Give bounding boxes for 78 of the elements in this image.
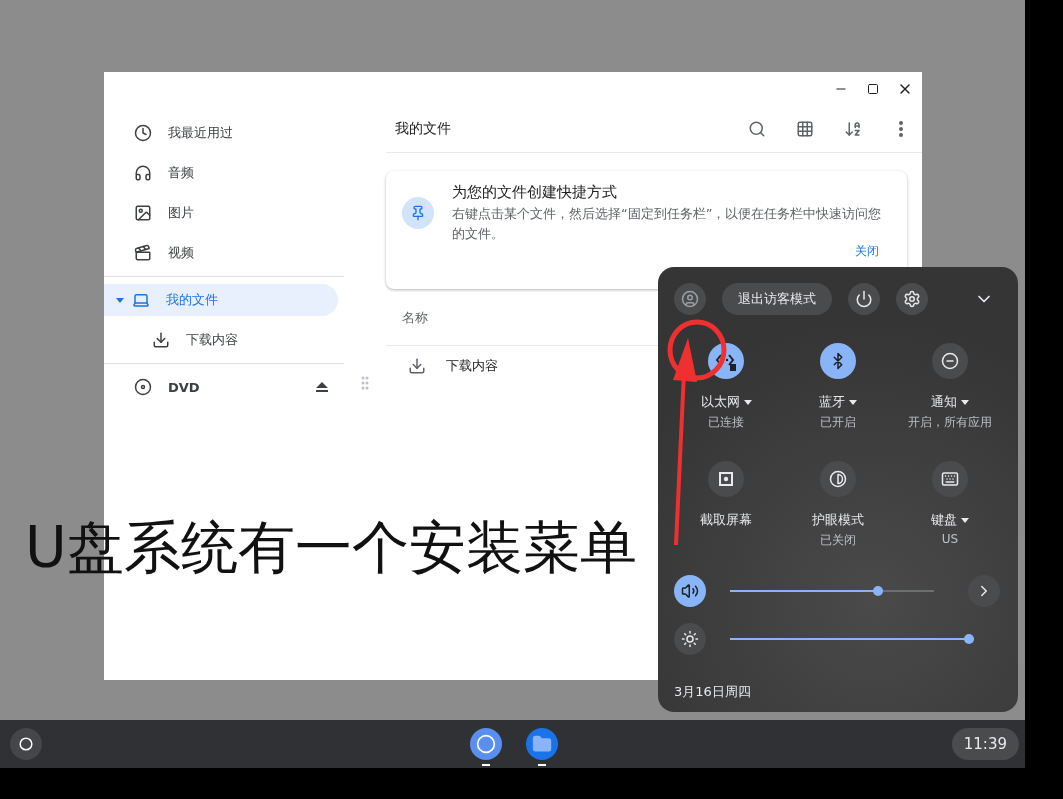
eject-icon[interactable] xyxy=(316,382,328,392)
expand-caret-icon[interactable] xyxy=(116,297,124,303)
column-header[interactable]: 名称 xyxy=(402,309,428,327)
resize-handle-icon[interactable] xyxy=(361,376,369,390)
volume-slider[interactable] xyxy=(730,586,934,596)
sidebar-item[interactable]: 下载内容 xyxy=(104,324,338,356)
dismiss-link[interactable]: 关闭 xyxy=(855,243,879,260)
power-button[interactable] xyxy=(848,283,880,315)
feature-status: US xyxy=(941,532,959,546)
keyboard-icon xyxy=(941,470,959,488)
pin-icon xyxy=(402,197,434,229)
feature-label[interactable]: 通知 xyxy=(931,393,969,411)
feature-status: 已关闭 xyxy=(820,532,856,549)
card-title: 为您的文件创建快捷方式 xyxy=(452,183,618,202)
launcher-icon xyxy=(19,737,33,751)
card-text: 右键点击某个文件，然后选择“固定到任务栏”，以便在任务栏中快速访问您的文件。 xyxy=(452,205,883,243)
sort-icon xyxy=(844,120,862,138)
exit-guest-button[interactable]: 退出访客模式 xyxy=(722,283,832,315)
grid-icon xyxy=(796,120,814,138)
search-icon xyxy=(748,120,766,138)
feature-toggle[interactable] xyxy=(932,461,968,497)
download-icon xyxy=(408,357,426,375)
dropdown-caret-icon xyxy=(849,399,857,405)
speaker-icon xyxy=(681,582,699,600)
headphones-icon xyxy=(134,164,152,182)
brightness-button[interactable] xyxy=(674,623,706,655)
avatar-button[interactable] xyxy=(674,283,706,315)
half-moon-icon xyxy=(829,470,847,488)
feature-status: 开启，所有应用 xyxy=(908,414,992,431)
maximize-icon xyxy=(867,83,879,95)
caret-shape xyxy=(116,297,124,303)
audio-settings-button[interactable] xyxy=(968,575,1000,607)
laptop-icon xyxy=(132,291,150,309)
sidebar-item[interactable]: 视频 xyxy=(104,237,338,269)
download-icon xyxy=(152,331,170,349)
feature-label[interactable]: 截取屏幕 xyxy=(700,511,752,529)
feature-status: 已连接 xyxy=(708,414,744,431)
screen-capture-icon xyxy=(719,472,733,486)
feature-toggle[interactable] xyxy=(708,461,744,497)
dropdown-caret-icon xyxy=(961,517,969,523)
date-text: 3月16日周四 xyxy=(674,683,752,701)
feature-toggle[interactable] xyxy=(932,343,968,379)
film-icon xyxy=(134,244,152,262)
sidebar-item[interactable]: 图片 xyxy=(104,197,338,229)
dropdown-caret-icon xyxy=(961,399,969,405)
feature-label[interactable]: 护眼模式 xyxy=(812,511,864,529)
circle-annotation xyxy=(667,319,727,381)
browser-app-icon[interactable] xyxy=(470,728,502,760)
feature-toggle[interactable] xyxy=(820,343,856,379)
clock-button[interactable]: 11:39 xyxy=(951,728,1019,760)
breadcrumb-title: 我的文件 xyxy=(395,120,452,138)
file-row[interactable]: 下载内容 xyxy=(386,346,514,386)
sidebar-item[interactable]: 音频 xyxy=(104,157,338,189)
do-not-disturb-icon xyxy=(941,352,959,370)
sidebar-item[interactable]: 我的文件 xyxy=(104,284,338,316)
settings-button[interactable] xyxy=(896,283,928,315)
settings-icon xyxy=(903,290,921,308)
slider-thumb[interactable] xyxy=(964,634,974,644)
feature-toggle[interactable] xyxy=(820,461,856,497)
disc-icon xyxy=(134,378,152,396)
feature-label[interactable]: 以太网 xyxy=(700,393,752,411)
sidebar-item[interactable]: DVD xyxy=(104,371,338,403)
sun-icon xyxy=(681,630,699,648)
feature-status: 已开启 xyxy=(820,414,856,431)
folder-app-icon[interactable] xyxy=(526,728,558,760)
brightness-slider[interactable] xyxy=(730,634,974,644)
feature-label[interactable]: 键盘 xyxy=(931,511,969,529)
image-icon xyxy=(134,204,152,222)
dropdown-caret-icon xyxy=(743,399,752,405)
power-icon xyxy=(855,290,873,308)
launcher-button[interactable] xyxy=(10,728,42,760)
user-icon xyxy=(681,290,699,308)
feature-label[interactable]: 蓝牙 xyxy=(819,393,857,411)
more-icon xyxy=(899,121,903,137)
slider-thumb[interactable] xyxy=(872,586,883,596)
volume-button[interactable] xyxy=(674,575,706,607)
clock-icon xyxy=(134,124,152,142)
sidebar-item[interactable]: 我最近用过 xyxy=(104,117,338,149)
